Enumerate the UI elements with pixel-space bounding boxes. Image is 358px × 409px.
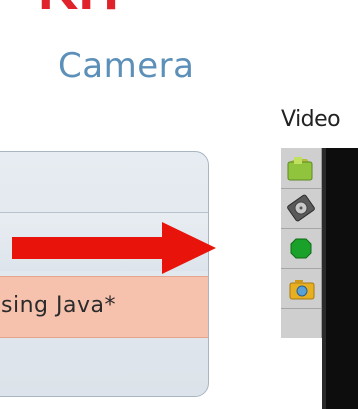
green-status-icon: [290, 238, 312, 259]
camera-icon: [289, 280, 315, 300]
logo-text: KIT: [38, 0, 128, 18]
side-menu: sing Java*: [0, 151, 209, 397]
hard-drive-icon: [287, 194, 315, 222]
video-display[interactable]: [322, 148, 358, 409]
logo-camera-text: Camera: [58, 46, 195, 86]
logo-top: KIT: [38, 0, 198, 18]
hard-drive-button[interactable]: [281, 188, 321, 229]
arrow-icon: [12, 222, 216, 274]
menu-item-label: sing Java*: [1, 293, 116, 318]
green-status-button[interactable]: [281, 228, 321, 269]
video-frame-edge: [322, 148, 326, 409]
folder-button[interactable]: [281, 148, 321, 189]
menu-item-highlighted[interactable]: sing Java*: [0, 276, 208, 338]
video-toolbar: [281, 148, 322, 338]
camera-button[interactable]: [281, 268, 321, 309]
folder-icon: [287, 157, 313, 181]
video-label: Video: [281, 107, 341, 132]
